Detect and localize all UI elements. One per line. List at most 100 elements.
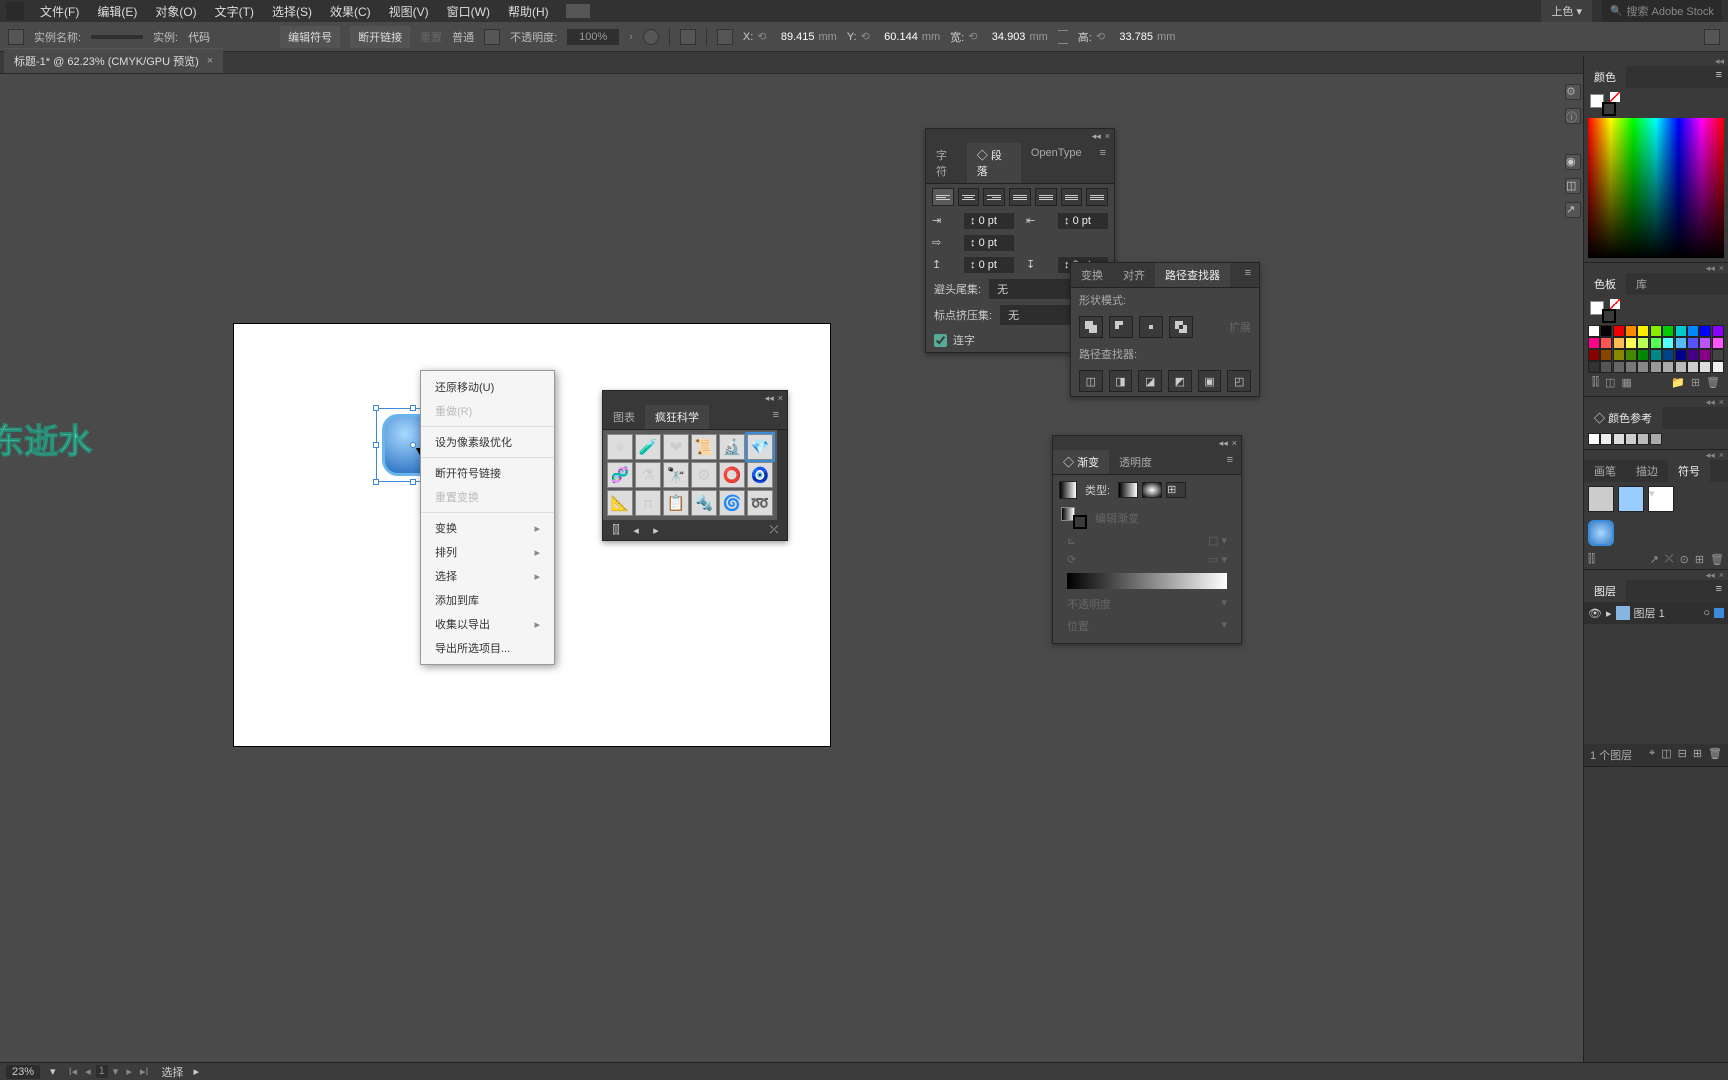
locate-icon[interactable]: ⌖ [1649, 747, 1655, 763]
merge-icon[interactable]: ◪ [1138, 370, 1162, 392]
dock-icon-1[interactable]: ◉ [1565, 154, 1581, 170]
symbol-cell[interactable]: 📜 [691, 434, 717, 460]
swatch[interactable] [1675, 337, 1687, 349]
crop-icon[interactable]: ◩ [1168, 370, 1192, 392]
swatch[interactable] [1613, 325, 1625, 337]
justify-all-icon[interactable] [1086, 188, 1108, 206]
delete-swatch-icon[interactable]: 🗑 [1706, 376, 1720, 389]
break-link-icon[interactable]: ⤫ [1665, 553, 1674, 566]
swatch[interactable] [1613, 337, 1625, 349]
ctx-pixel-optimize[interactable]: 设为像素级优化 [421, 430, 554, 454]
tab-stroke[interactable]: 描边 [1626, 460, 1668, 482]
prev-artboard-icon[interactable]: ◂ [82, 1065, 94, 1078]
artboard-number-field[interactable]: 1 [96, 1065, 108, 1078]
reset-button[interactable]: 重置 [420, 29, 442, 45]
symbol-cell[interactable]: 🔭 [663, 462, 689, 488]
symbol-options-icon[interactable]: ⊙ [1680, 553, 1689, 566]
symbol-cell[interactable]: ❤ [663, 434, 689, 460]
swatch[interactable] [1637, 361, 1649, 373]
symbol-thumb-3[interactable]: ▾ [1648, 486, 1674, 512]
swatch[interactable] [1588, 361, 1600, 373]
space-before-field[interactable]: ↕ 0 pt [964, 257, 1014, 273]
delete-layer-icon[interactable]: 🗑 [1708, 747, 1722, 763]
menu-effect[interactable]: 效果(C) [322, 0, 379, 23]
swatch[interactable] [1675, 361, 1687, 373]
collapse-icon[interactable]: ◂◂ [765, 393, 774, 404]
ctx-select[interactable]: 选择 [421, 564, 554, 588]
swatch[interactable] [1712, 337, 1724, 349]
symbol-cell[interactable]: 🔩 [691, 490, 717, 516]
make-clip-icon[interactable]: ◫ [1661, 747, 1671, 763]
ctx-break-link[interactable]: 断开符号链接 [421, 461, 554, 485]
justify-center-icon[interactable] [1035, 188, 1057, 206]
outline-icon[interactable]: ▣ [1198, 370, 1222, 392]
dock-icon-2[interactable]: ◫ [1565, 178, 1581, 194]
panel-menu-icon[interactable]: ≡ [1092, 143, 1114, 183]
swatch[interactable] [1662, 349, 1674, 361]
swatch[interactable] [1625, 325, 1637, 337]
swatch[interactable] [1625, 349, 1637, 361]
new-swatch-icon[interactable]: ⊞ [1691, 376, 1700, 389]
new-sublayer-icon[interactable]: ⊟ [1678, 747, 1687, 763]
tab-opentype[interactable]: OpenType [1021, 143, 1092, 183]
intersect-icon[interactable] [1139, 316, 1163, 338]
canvas-workspace[interactable]: 东逝水 [0, 74, 1568, 1062]
color-spectrum[interactable] [1588, 118, 1724, 258]
align-left-icon[interactable] [932, 188, 954, 206]
new-group-icon[interactable]: 📁 [1671, 376, 1685, 389]
swatch[interactable] [1712, 361, 1724, 373]
left-indent-field[interactable]: ↕ 0 pt [964, 213, 1014, 229]
justify-left-icon[interactable] [1009, 188, 1031, 206]
swatch[interactable] [1699, 325, 1711, 337]
swatch[interactable] [1637, 337, 1649, 349]
fill-stroke-icon[interactable] [1590, 94, 1616, 116]
tab-pathfinder[interactable]: 路径查找器 [1155, 263, 1230, 287]
library-menu-icon[interactable]: ⫿⫿ [609, 523, 623, 537]
fill-stroke-gradient-icon[interactable] [1061, 507, 1087, 529]
collapse-icon[interactable]: ◂◂ [1715, 56, 1724, 66]
right-indent-field[interactable]: ↕ 0 pt [1058, 213, 1108, 229]
ctx-export-selection[interactable]: 导出所选项目... [421, 636, 554, 660]
ctx-arrange[interactable]: 排列 [421, 540, 554, 564]
swatch[interactable] [1600, 361, 1612, 373]
menu-view[interactable]: 视图(V) [381, 0, 437, 23]
y-value[interactable]: 60.144 [874, 31, 918, 43]
zoom-field[interactable]: 23% [6, 1065, 40, 1079]
document-tab[interactable]: 标题-1* @ 62.23% (CMYK/GPU 预览) × [4, 48, 223, 73]
new-layer-icon[interactable]: ⊞ [1693, 747, 1702, 763]
fill-stroke-icon[interactable] [1590, 301, 1616, 323]
tab-graphs[interactable]: 图表 [603, 405, 645, 429]
linear-gradient-icon[interactable] [1118, 482, 1138, 498]
opacity-field[interactable]: 100% [567, 29, 619, 45]
swatch[interactable] [1675, 325, 1687, 337]
minus-front-icon[interactable] [1109, 316, 1133, 338]
ctx-add-library[interactable]: 添加到库 [421, 588, 554, 612]
menu-type[interactable]: 文字(T) [207, 0, 262, 23]
close-tab-icon[interactable]: × [207, 55, 213, 67]
tab-swatches[interactable]: 色板 [1584, 273, 1626, 295]
swatch[interactable] [1712, 349, 1724, 361]
tab-color[interactable]: 颜色 [1584, 66, 1626, 88]
swatch[interactable] [1588, 349, 1600, 361]
swatch[interactable] [1662, 337, 1674, 349]
next-library-icon[interactable]: ▸ [649, 523, 663, 537]
swatch[interactable] [1650, 337, 1662, 349]
x-value[interactable]: 89.415 [770, 31, 814, 43]
panel-menu-icon[interactable]: ≡ [1219, 450, 1241, 474]
symbol-cell[interactable]: 🌀 [719, 490, 745, 516]
ctx-collect-export[interactable]: 收集以导出 [421, 612, 554, 636]
collapse-icon[interactable]: ◂◂ [1092, 131, 1101, 142]
swatch[interactable] [1675, 349, 1687, 361]
tab-color-guide[interactable]: ◇ 颜色参考 [1584, 407, 1662, 429]
symbol-cell[interactable]: 📋 [663, 490, 689, 516]
align-center-icon[interactable] [958, 188, 980, 206]
swatch[interactable] [1650, 361, 1662, 373]
target-icon[interactable]: ○ [1703, 607, 1710, 619]
freeform-gradient-icon[interactable]: ⊞ [1166, 482, 1186, 498]
stock-search-input[interactable]: 搜索 Adobe Stock [1602, 0, 1722, 22]
symbol-cell[interactable]: 📐 [607, 490, 633, 516]
close-icon[interactable]: × [778, 393, 783, 403]
tab-libraries[interactable]: 库 [1626, 273, 1657, 295]
symbol-thumb-1[interactable] [1588, 486, 1614, 512]
trim-icon[interactable]: ◨ [1109, 370, 1133, 392]
